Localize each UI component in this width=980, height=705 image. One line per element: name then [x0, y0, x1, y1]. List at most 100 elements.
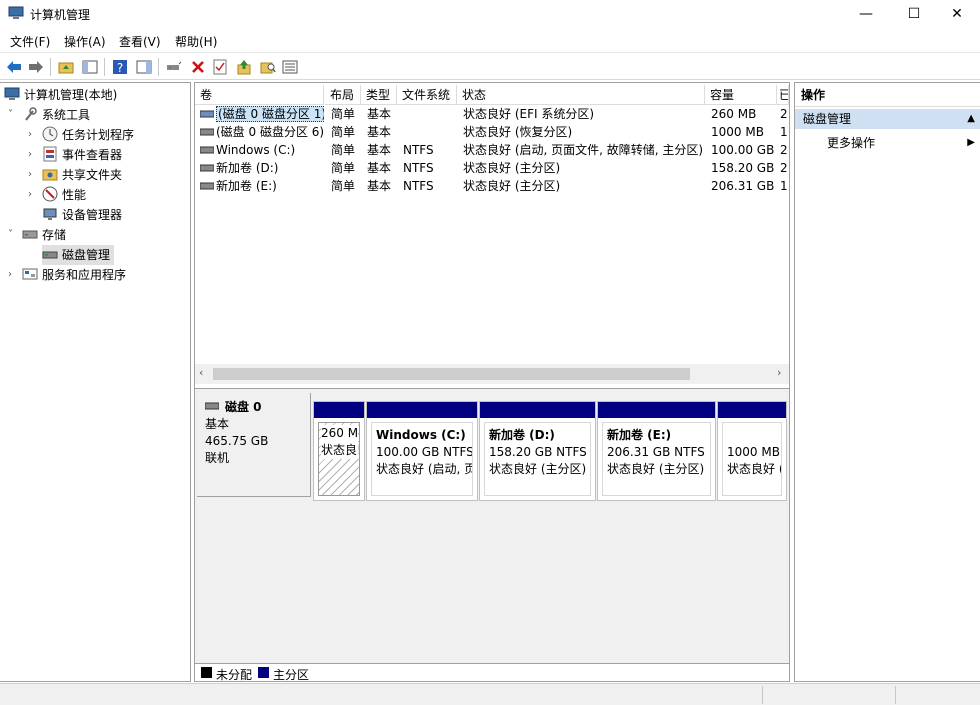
partition-size: 206.31 GB NTFS — [607, 445, 705, 459]
minimize-button[interactable]: — — [843, 0, 889, 28]
computer-icon — [4, 87, 20, 100]
disk-name: 磁盘 0 — [204, 399, 302, 416]
partition-block[interactable]: 1000 MB 状态良好 ( — [717, 401, 787, 501]
shared-folder-icon — [42, 169, 58, 181]
tree-item-storage[interactable]: 存储 — [22, 225, 66, 245]
table-row[interactable]: Windows (C:) 简单 基本 NTFS 状态良好 (启动, 页面文件, … — [195, 141, 788, 159]
type-cell: 基本 — [367, 179, 392, 193]
search-folder-icon[interactable] — [258, 57, 278, 77]
drive-icon — [200, 164, 214, 172]
filesystem-cell: NTFS — [403, 161, 434, 175]
horizontal-scrollbar[interactable]: ‹ › — [195, 364, 789, 384]
partition-title: 新加卷 (E:) — [607, 428, 672, 442]
tree-item-performance[interactable]: 性能 — [42, 185, 86, 205]
partition-status: 状态良好 (主分区) — [489, 462, 587, 476]
partition-icon — [200, 128, 214, 136]
partition-status: 状态良好 (主分区) — [607, 462, 705, 476]
table-row[interactable]: 新加卷 (E:) 简单 基本 NTFS 状态良好 (主分区) 206.31 GB… — [195, 177, 788, 195]
partition-title: Windows (C:) — [376, 428, 466, 442]
drive-icon — [200, 182, 214, 190]
up-folder-icon[interactable] — [56, 57, 76, 77]
tree-item-shared-folders[interactable]: 共享文件夹 — [42, 165, 122, 185]
close-button[interactable]: ✕ — [934, 0, 980, 28]
storage-icon — [22, 230, 38, 239]
connect-drive-icon[interactable] — [164, 57, 184, 77]
clock-icon — [42, 126, 58, 142]
back-icon[interactable] — [4, 57, 24, 77]
status-bar — [0, 683, 980, 705]
tree-item-device-manager[interactable]: 设备管理器 — [42, 205, 122, 225]
tree-item-disk-management[interactable]: 磁盘管理 — [42, 245, 115, 265]
menu-action[interactable]: 操作(A) — [64, 33, 106, 50]
properties-icon[interactable] — [210, 57, 230, 77]
volume-cell: 新加卷 (E:) — [198, 177, 324, 195]
column-header-free[interactable]: 已 — [777, 85, 789, 105]
tree-item-task-scheduler[interactable]: 任务计划程序 — [42, 125, 134, 145]
partition-block[interactable]: Windows (C:) 100.00 GB NTFS 状态良好 (启动, 页 — [366, 401, 478, 501]
chevron-right-icon[interactable]: › — [28, 185, 38, 205]
disk-drive-icon — [42, 251, 58, 259]
partition-title: 新加卷 (D:) — [489, 428, 555, 442]
tree-item-services-apps[interactable]: 服务和应用程序 — [22, 265, 126, 285]
column-header-capacity[interactable]: 容量 — [705, 85, 777, 105]
tree-label: 设备管理器 — [62, 208, 123, 222]
submenu-arrow-icon: ▶ — [967, 137, 975, 148]
partition-block[interactable]: 新加卷 (E:) 206.31 GB NTFS 状态良好 (主分区) — [597, 401, 716, 501]
chevron-right-icon[interactable]: › — [28, 145, 38, 165]
scrollbar-thumb[interactable] — [213, 368, 690, 380]
menu-help[interactable]: 帮助(H) — [175, 33, 217, 50]
scroll-right-icon[interactable]: › — [777, 366, 781, 379]
status-cell: 状态良好 (主分区) — [463, 161, 561, 175]
volume-name: 新加卷 (E:) — [216, 179, 277, 193]
column-header-type[interactable]: 类型 — [361, 85, 397, 105]
chevron-right-icon[interactable]: › — [8, 265, 18, 285]
chevron-right-icon[interactable]: › — [28, 125, 38, 145]
disk-0-label[interactable]: 磁盘 0 基本 465.75 GB 联机 — [197, 393, 311, 497]
svg-text:?: ? — [117, 61, 123, 75]
layout-cell: 简单 — [331, 107, 356, 121]
column-header-status[interactable]: 状态 — [457, 85, 705, 105]
show-hide-tree-icon[interactable] — [80, 57, 100, 77]
table-row[interactable]: (磁盘 0 磁盘分区 6) 简单 基本 状态良好 (恢复分区) 1000 MB … — [195, 123, 788, 141]
more-actions-item[interactable]: 更多操作 ▶ — [795, 133, 980, 153]
partition-block[interactable]: 新加卷 (D:) 158.20 GB NTFS 状态良好 (主分区) — [479, 401, 596, 501]
table-row[interactable]: (磁盘 0 磁盘分区 1) 简单 基本 状态良好 (EFI 系统分区) 260 … — [195, 105, 788, 123]
unallocated-swatch — [201, 667, 212, 678]
chevron-down-icon[interactable]: ˅ — [8, 225, 18, 245]
delete-icon[interactable] — [188, 57, 208, 77]
list-view-icon[interactable] — [280, 57, 300, 77]
show-action-pane-icon[interactable] — [134, 57, 154, 77]
table-row[interactable]: 新加卷 (D:) 简单 基本 NTFS 状态良好 (主分区) 158.20 GB… — [195, 159, 788, 177]
capacity-cell: 260 MB — [711, 107, 757, 121]
tree-label: 计算机管理(本地) — [24, 88, 118, 102]
collapse-up-icon[interactable]: ▲ — [967, 109, 975, 129]
forward-icon[interactable] — [26, 57, 46, 77]
column-header-volume[interactable]: 卷 — [195, 85, 324, 105]
tree-item-event-viewer[interactable]: 事件查看器 — [42, 145, 122, 165]
menu-view[interactable]: 查看(V) — [119, 33, 161, 50]
chevron-down-icon[interactable]: ˅ — [8, 105, 18, 125]
volume-name: Windows (C:) — [216, 143, 296, 157]
partition-block[interactable]: 260 M 状态良! — [313, 401, 365, 501]
help-icon[interactable]: ? — [110, 57, 130, 77]
partition-size: 260 M — [321, 425, 359, 442]
menu-file[interactable]: 文件(F) — [10, 33, 50, 50]
filesystem-cell — [398, 105, 458, 123]
free-cell: 2 — [780, 143, 788, 157]
volume-cell: (磁盘 0 磁盘分区 1) — [198, 105, 324, 123]
volume-name: (磁盘 0 磁盘分区 1) — [216, 106, 324, 122]
tools-icon — [25, 107, 37, 121]
actions-section-disk-management[interactable]: 磁盘管理 ▲ — [795, 109, 980, 129]
export-icon[interactable] — [234, 57, 254, 77]
column-header-filesystem[interactable]: 文件系统 — [397, 85, 457, 105]
scroll-left-icon[interactable]: ‹ — [199, 366, 203, 379]
column-header-layout[interactable]: 布局 — [325, 85, 361, 105]
chevron-right-icon[interactable]: › — [28, 165, 38, 185]
tree-item-computer-management[interactable]: 计算机管理(本地) — [4, 85, 117, 105]
filesystem-cell: NTFS — [403, 179, 434, 193]
tree-item-system-tools[interactable]: 系统工具 — [22, 105, 90, 125]
disk-management-pane: 卷 布局 类型 文件系统 状态 容量 已 (磁盘 0 磁盘分区 1) 简单 基本… — [194, 82, 790, 682]
tree-label: 磁盘管理 — [62, 248, 111, 262]
maximize-button[interactable]: ☐ — [891, 0, 937, 28]
filesystem-cell: NTFS — [403, 143, 434, 157]
